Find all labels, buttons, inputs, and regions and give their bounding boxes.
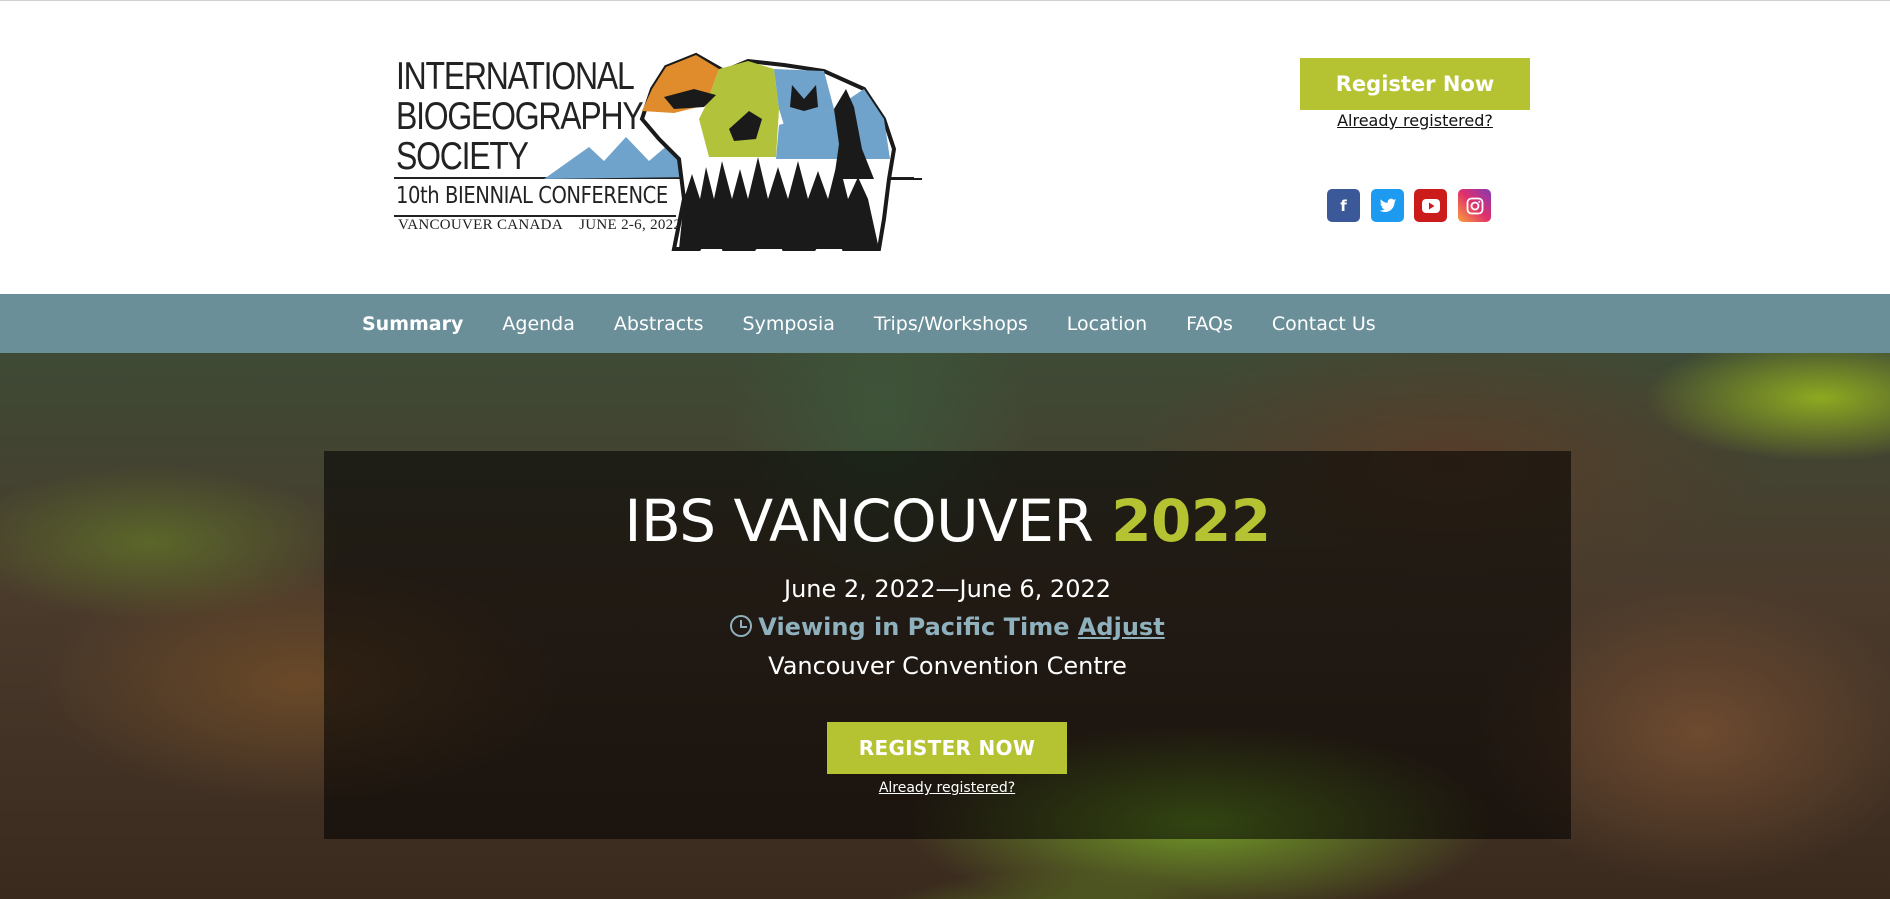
nav-item-summary[interactable]: Summary (362, 313, 463, 335)
instagram-camera-icon (1466, 197, 1483, 214)
hero-title-main: IBS VANCOUVER (624, 487, 1112, 555)
nav-item-trips-workshops[interactable]: Trips/Workshops (874, 313, 1028, 335)
hero-overlay-panel: IBS VANCOUVER 2022 June 2, 2022—June 6, … (324, 451, 1571, 839)
nav-item-contact-us[interactable]: Contact Us (1272, 313, 1376, 335)
nav-item-agenda[interactable]: Agenda (502, 313, 575, 335)
bear-illustration-icon (544, 52, 922, 251)
event-dates: June 2, 2022—June 6, 2022 (784, 575, 1111, 603)
youtube-play-icon (1421, 198, 1440, 213)
already-registered-link[interactable]: Already registered? (1300, 111, 1530, 130)
nav-item-symposia[interactable]: Symposia (743, 313, 835, 335)
twitter-bird-icon (1379, 198, 1396, 212)
timezone-line: Viewing in Pacific Time Adjust (324, 613, 1571, 641)
twitter-icon[interactable] (1371, 189, 1404, 222)
event-venue: Vancouver Convention Centre (768, 652, 1127, 680)
nav-item-abstracts[interactable]: Abstracts (614, 313, 704, 335)
clock-icon (730, 615, 753, 637)
hero-already-registered-link[interactable]: Already registered? (827, 780, 1067, 796)
hero-title: IBS VANCOUVER 2022 (324, 487, 1571, 555)
register-now-button[interactable]: Register Now (1300, 58, 1530, 110)
adjust-timezone-link[interactable]: Adjust (1078, 613, 1165, 641)
nav-item-faqs[interactable]: FAQs (1186, 313, 1233, 335)
site-header: INTERNATIONAL BIOGEOGRAPHY SOCIETY 10th … (0, 1, 1890, 294)
instagram-icon[interactable] (1458, 189, 1491, 222)
hero-register-now-button[interactable]: REGISTER NOW (827, 722, 1067, 774)
timezone-text: Viewing in Pacific Time (758, 613, 1070, 641)
facebook-icon[interactable]: f (1327, 189, 1360, 222)
main-navigation: Summary Agenda Abstracts Symposia Trips/… (0, 294, 1890, 353)
youtube-icon[interactable] (1414, 189, 1447, 222)
nav-item-location[interactable]: Location (1067, 313, 1147, 335)
ibs-logo[interactable]: INTERNATIONAL BIOGEOGRAPHY SOCIETY 10th … (394, 49, 922, 254)
hero-banner: IBS VANCOUVER 2022 June 2, 2022—June 6, … (0, 353, 1890, 899)
hero-title-year: 2022 (1111, 487, 1271, 555)
nav-items: Summary Agenda Abstracts Symposia Trips/… (362, 294, 1415, 353)
